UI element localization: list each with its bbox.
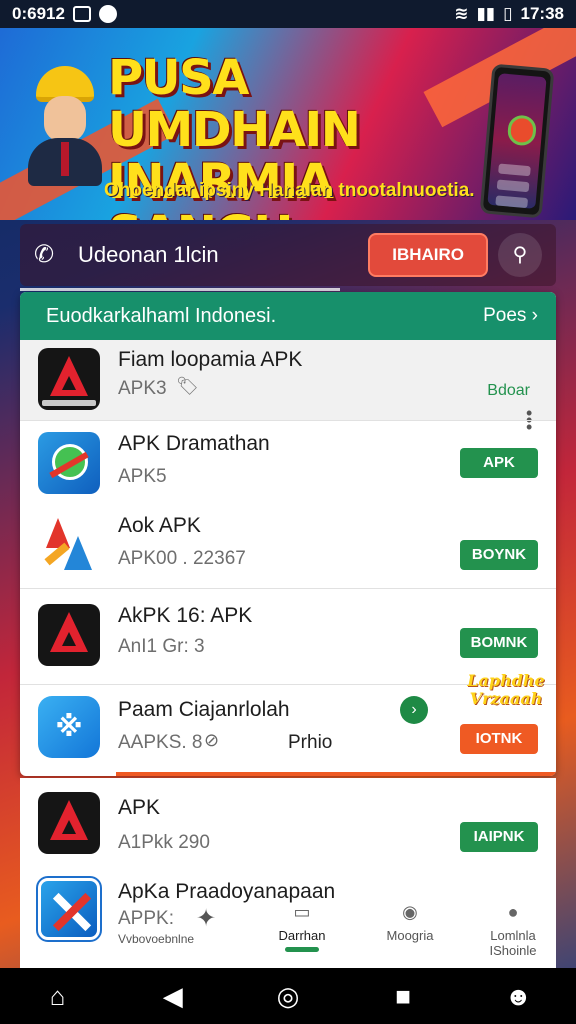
app-meta: APK3 xyxy=(118,378,167,399)
section-title: Euodkarkalhaml Indonesi. xyxy=(46,304,277,327)
app-icon xyxy=(38,792,100,854)
app-meta: AnI1 Gr: 3 xyxy=(118,636,205,657)
progress-underline xyxy=(116,772,556,776)
status-bar: 0:6912 ≋ ▮▮ ▯ 17:38 xyxy=(0,0,576,28)
tab-lomlnla[interactable]: ● Lomlnla IShoinle xyxy=(470,898,556,958)
app-name: AkPK 16: APK xyxy=(118,604,253,627)
app-name: APK xyxy=(118,796,161,819)
check-icon[interactable]: › xyxy=(400,696,428,724)
app-meta: AAPKS. 8 xyxy=(118,732,203,753)
list-item[interactable]: Aok APK APK00 . 22367 BOYNK xyxy=(20,504,556,586)
promo-badge: Laphdhe Vrzaaah xyxy=(467,671,545,708)
download-button[interactable]: BOYNK xyxy=(460,540,538,570)
download-button[interactable]: BOMNK xyxy=(460,628,538,658)
install-link[interactable]: Bdoar xyxy=(487,382,530,400)
list-item[interactable]: APK A1Pkk 290 IAIPNK xyxy=(20,786,556,866)
tab-darrhan[interactable]: ▭ Darrhan xyxy=(262,898,342,952)
back-icon[interactable]: ◀ xyxy=(151,981,195,1012)
recents-icon[interactable]: ■ xyxy=(381,981,425,1012)
apk-button[interactable]: APK xyxy=(460,448,538,478)
worker-avatar xyxy=(24,66,106,186)
status-time-left: 0:6912 xyxy=(12,4,65,23)
app-icon xyxy=(38,348,100,410)
notification-icon xyxy=(72,6,91,22)
camera-icon: ◉ xyxy=(402,902,418,922)
list-item[interactable]: APK Dramathan APK5 APK xyxy=(20,424,556,502)
home-icon[interactable]: ⌂ xyxy=(36,981,80,1012)
app-meta: A1Pkk 290 xyxy=(118,832,210,853)
system-nav-bar: ⌂ ◀ ◎ ■ ☻ xyxy=(0,968,576,1024)
tag-icon: 🏷 xyxy=(176,376,199,396)
home-button-icon[interactable]: ◎ xyxy=(266,981,310,1012)
app-meta: APPK: xyxy=(118,908,174,929)
status-right: ≋ ▮▮ ▯ 17:38 xyxy=(454,4,564,24)
active-tab-indicator xyxy=(285,947,319,952)
phone-icon: ✆ xyxy=(34,241,55,268)
signal-icon: ▮▮ xyxy=(476,4,496,23)
tab-moogria[interactable]: ◉ Moogria xyxy=(370,898,450,943)
search-underline xyxy=(20,288,340,291)
download-button[interactable]: IAIPNK xyxy=(460,822,538,852)
search-icon[interactable]: ⚲ xyxy=(498,233,542,277)
app-icon xyxy=(38,514,100,576)
bottom-tab-bar: ▭ Darrhan ◉ Moogria ● Lomlnla IShoinle xyxy=(180,898,556,968)
app-meta: APK5 xyxy=(118,466,167,487)
app-meta: APK00 . 22367 xyxy=(118,548,246,569)
section-header: Euodkarkalhaml Indonesi. Poes › xyxy=(20,292,556,340)
wifi-icon: ≋ xyxy=(454,4,469,23)
app-icon xyxy=(36,876,102,942)
book-icon: ▭ xyxy=(293,902,311,922)
status-left: 0:6912 xyxy=(12,4,117,24)
app-name: Aok APK xyxy=(118,514,201,537)
promo-banner[interactable]: PUSA UMDHAIN INARMIA SANGH Ohoendar ipsi… xyxy=(0,28,576,220)
app-extra-label: Prhio xyxy=(288,732,333,753)
app-icon xyxy=(38,604,100,666)
app-notification-icon xyxy=(98,5,117,23)
phone-illustration xyxy=(479,63,555,219)
search-button[interactable]: IBHAIRO xyxy=(368,233,488,277)
search-bar[interactable]: ✆ Udeonan 1lcin IBHAIRO ⚲ xyxy=(20,224,556,286)
app-icon xyxy=(38,432,100,494)
list-item[interactable]: Fiam loopamia APK APK3 🏷 ••• Bdoar xyxy=(20,340,556,436)
banner-subtitle: Ohoendar ipsiny Hanalan tnootalnuoetia. xyxy=(104,180,475,201)
more-link[interactable]: Poes › xyxy=(483,305,538,327)
user-icon: ● xyxy=(507,902,519,922)
app-name: Paam Ciajanrlolah xyxy=(118,698,290,721)
assistant-icon[interactable]: ☻ xyxy=(496,981,540,1012)
app-icon: ※ xyxy=(38,696,100,758)
search-input[interactable]: Udeonan 1lcin xyxy=(78,242,368,268)
download-button[interactable]: IOTNK xyxy=(460,724,538,754)
link-icon: ⊘ xyxy=(204,730,220,750)
app-name: APK Dramathan xyxy=(118,432,270,455)
list-item[interactable]: AkPK 16: APK AnI1 Gr: 3 BOMNK xyxy=(20,592,556,682)
status-time-right: 17:38 xyxy=(520,4,564,23)
battery-icon: ▯ xyxy=(503,4,513,23)
app-name: Fiam loopamia APK xyxy=(118,348,303,371)
